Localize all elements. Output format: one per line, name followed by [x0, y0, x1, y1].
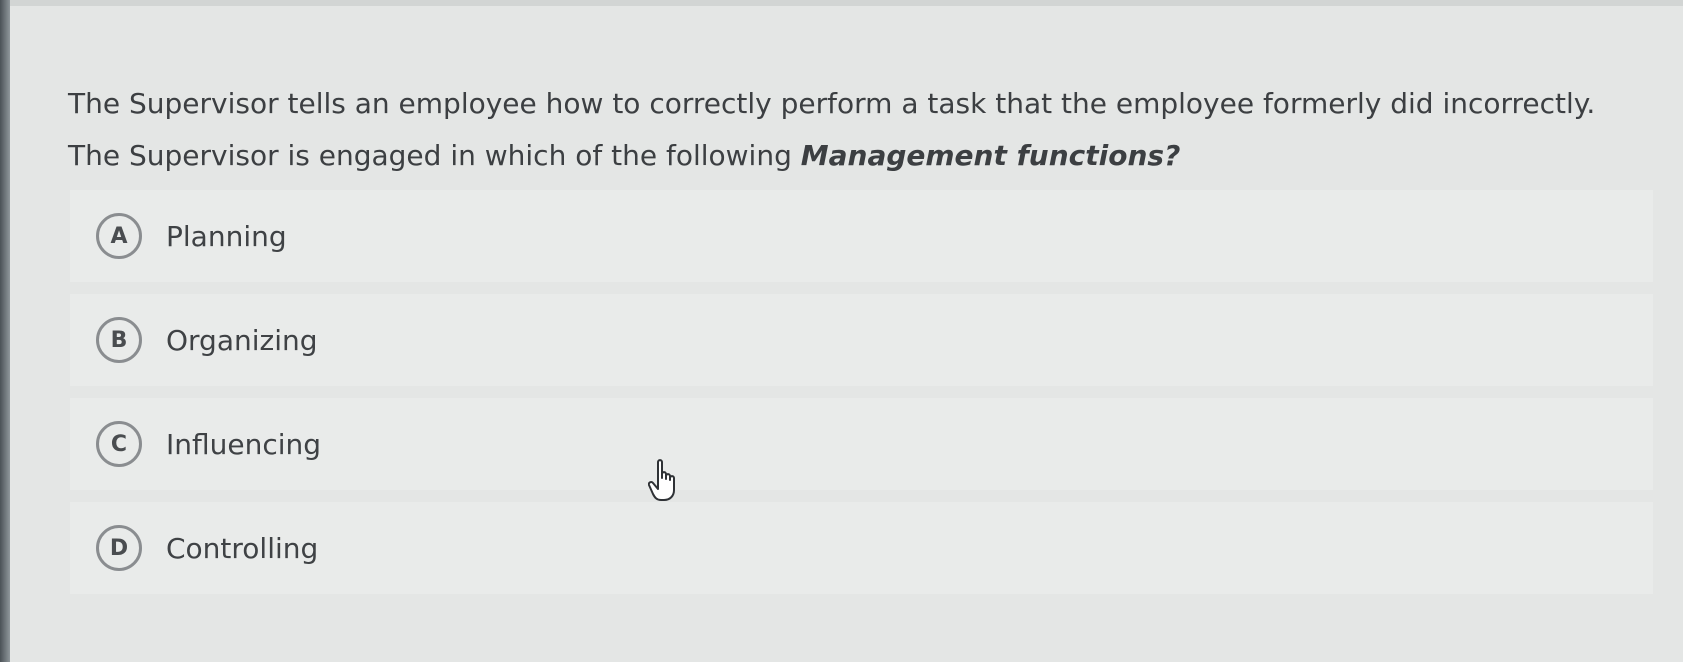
option-b-letter: B	[96, 317, 142, 363]
top-divider	[10, 0, 1683, 6]
option-d-letter: D	[96, 525, 142, 571]
question-text: The Supervisor tells an employee how to …	[68, 78, 1648, 182]
question-emphasis: Management functions?	[800, 139, 1181, 172]
screen-bezel-edge	[0, 0, 10, 662]
option-a-letter: A	[96, 213, 142, 259]
option-a[interactable]: A Planning	[70, 190, 1653, 282]
option-b[interactable]: B Organizing	[70, 294, 1653, 386]
option-d[interactable]: D Controlling	[70, 502, 1653, 594]
option-d-label: Controlling	[166, 531, 319, 565]
option-c[interactable]: C Influencing	[70, 398, 1653, 490]
hand-pointer-icon	[648, 459, 675, 501]
option-b-label: Organizing	[166, 323, 318, 357]
option-a-label: Planning	[166, 219, 287, 253]
answer-options: A Planning B Organizing C Influencing D …	[70, 190, 1653, 606]
option-c-letter: C	[96, 421, 142, 467]
option-c-label: Influencing	[166, 427, 322, 461]
